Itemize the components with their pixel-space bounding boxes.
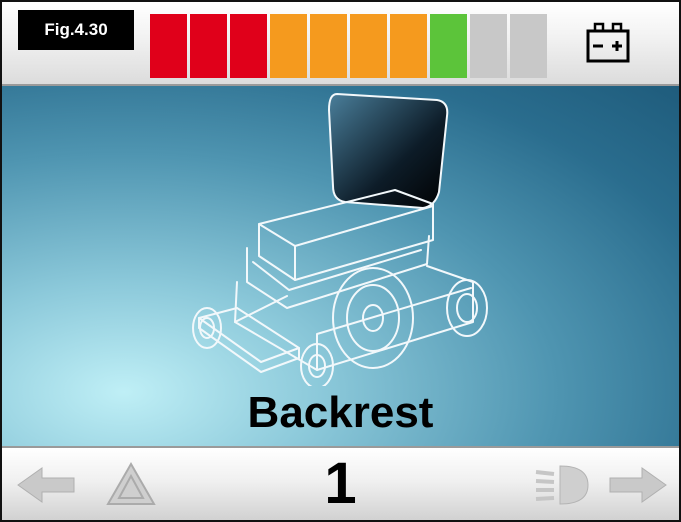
battery-segment-lit: [230, 14, 267, 78]
battery-segment-empty: [510, 14, 547, 78]
battery-segment-lit: [190, 14, 227, 78]
status-bar: Fig.4.30: [2, 2, 679, 86]
mode-label: Backrest: [247, 388, 434, 437]
battery-icon: [586, 22, 630, 63]
mode-display: Backrest: [2, 86, 679, 446]
battery-segment-lit: [430, 14, 467, 78]
headlight-icon[interactable]: [532, 462, 590, 508]
wheelchair-illustration: [192, 93, 488, 386]
battery-segment-lit: [150, 14, 187, 78]
joystick-display-screen: Fig.4.30 Backrest 1: [0, 0, 681, 522]
battery-segment-lit: [310, 14, 347, 78]
battery-segment-lit: [270, 14, 307, 78]
battery-segment-lit: [350, 14, 387, 78]
figure-label: Fig.4.30: [18, 10, 134, 50]
battery-segment-empty: [470, 14, 507, 78]
bottom-bar: 1: [2, 446, 679, 520]
battery-gauge: [150, 14, 547, 78]
arrow-right-icon[interactable]: [608, 466, 668, 504]
battery-segment-lit: [390, 14, 427, 78]
